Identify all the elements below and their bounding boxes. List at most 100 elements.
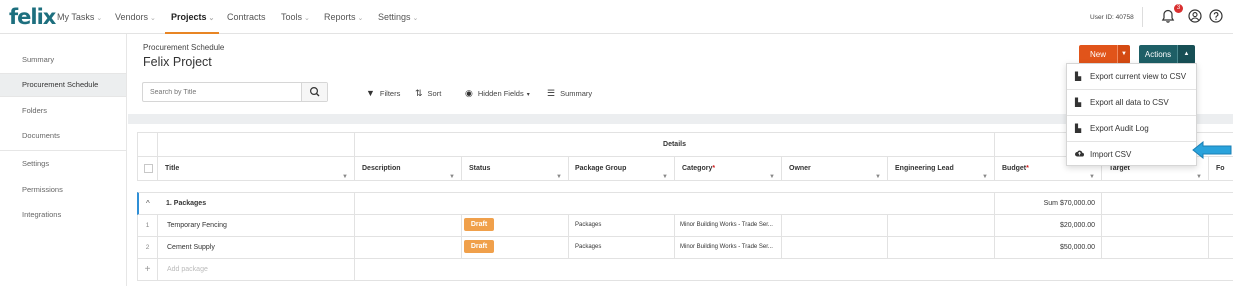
nav-reports[interactable]: Reports ⌄ [324,12,363,22]
cell-category[interactable]: Minor Building Works - Trade Ser... [675,215,782,237]
cell-category[interactable]: Minor Building Works - Trade Ser... [675,237,782,259]
cell-description[interactable] [355,215,462,237]
column-header-title[interactable]: Title ▼ [158,157,355,181]
sort-button[interactable]: ⇅ Sort [415,88,441,99]
select-all-checkbox[interactable] [144,164,153,173]
cell-package-group[interactable]: Packages [569,215,675,237]
search-input[interactable] [143,83,303,101]
add-row-plus-icon[interactable]: + [137,259,158,281]
nav-my-tasks[interactable]: My Tasks ⌄ [57,12,102,22]
nav-settings[interactable]: Settings ⌄ [378,12,418,22]
cell-budget[interactable]: $20,000.00 [995,215,1102,237]
column-header-category[interactable]: Category* ▼ [675,157,782,181]
column-menu-icon[interactable]: ▼ [982,165,988,180]
nav-label: Reports [324,12,356,22]
help-icon[interactable] [1208,8,1224,24]
column-menu-icon[interactable]: ▼ [1196,165,1202,180]
hidden-fields-button[interactable]: ◉ Hidden Fields ▾ [465,88,530,99]
group-label: 1. Packages [166,200,207,207]
cell-target[interactable] [1102,215,1209,237]
column-label: Status [469,165,491,172]
menu-item-label: Import CSV [1090,150,1132,159]
column-menu-icon[interactable]: ▼ [769,165,775,180]
new-button[interactable]: New [1079,45,1117,64]
cell-fo[interactable] [1209,237,1233,259]
search-icon [310,86,320,97]
column-menu-icon[interactable]: ▼ [342,165,348,180]
column-menu-icon[interactable]: ▼ [1089,165,1095,180]
sidebar: Summary Procurement Schedule Folders Doc… [0,34,127,286]
menu-item-export-current-view[interactable]: ▙ Export current view to CSV [1067,64,1196,89]
sidebar-item-summary[interactable]: Summary [0,49,126,71]
nav-label: Projects [171,12,207,22]
actions-button[interactable]: Actions [1139,45,1177,64]
cell-title[interactable]: Cement Supply [158,237,355,259]
actions-dropdown-toggle[interactable]: ▲ [1177,45,1195,64]
column-header-package-group[interactable]: Package Group ▼ [569,157,675,181]
column-menu-icon[interactable]: ▼ [449,165,455,180]
column-menu-icon[interactable]: ▼ [875,165,881,180]
menu-item-label: Export Audit Log [1090,124,1149,133]
filter-icon: ▼ [366,88,375,98]
cell-owner[interactable] [782,215,888,237]
menu-item-import-csv[interactable]: Import CSV [1067,142,1196,167]
summary-icon: ☰ [547,88,556,98]
add-package-input[interactable]: Add package [158,259,355,281]
cell-fo[interactable] [1209,215,1233,237]
group-row-spacer [1102,192,1233,215]
actions-menu: ▙ Export current view to CSV ▙ Export all … [1066,63,1197,166]
caret-down-icon: ▾ [526,92,530,98]
column-header-engineering-lead[interactable]: Engineering Lead ▼ [888,157,995,181]
cell-engineering-lead[interactable] [888,237,995,259]
user-account-icon[interactable] [1187,8,1203,24]
column-label: Package Group [575,165,627,172]
search-button[interactable] [301,83,327,101]
status-badge: Draft [464,218,494,231]
felix-logo[interactable]: felix [9,5,56,29]
nav-label: Settings [378,12,411,22]
breadcrumb[interactable]: Procurement Schedule [143,43,224,52]
cell-owner[interactable] [782,237,888,259]
group-budget-sum: Sum $70,000.00 [995,192,1102,215]
column-menu-icon[interactable]: ▼ [556,165,562,180]
cell-title[interactable]: Temporary Fencing [158,215,355,237]
column-header-owner[interactable]: Owner ▼ [782,157,888,181]
sort-label: Sort [427,89,442,98]
grid-corner-cell [137,132,158,157]
annotation-arrow-icon [1192,140,1232,160]
filters-button[interactable]: ▼ Filters [366,88,400,98]
column-label: Title [165,165,180,172]
sidebar-item-permissions[interactable]: Permissions [0,179,126,201]
sidebar-item-folders[interactable]: Folders [0,100,126,122]
column-menu-icon[interactable]: ▼ [662,165,668,180]
sidebar-item-documents[interactable]: Documents [0,125,126,147]
cell-target[interactable] [1102,237,1209,259]
cell-engineering-lead[interactable] [888,215,995,237]
column-label: Engineering Lead [895,165,954,172]
sidebar-item-integrations[interactable]: Integrations [0,204,126,226]
cell-package-group[interactable]: Packages [569,237,675,259]
nav-contracts[interactable]: Contracts [227,12,266,22]
collapse-chevron-icon[interactable]: ^ [146,193,150,214]
nav-projects[interactable]: Projects ⌄ [171,12,214,22]
summary-button[interactable]: ☰ Summary [547,88,592,99]
column-header-status[interactable]: Status ▼ [462,157,569,181]
menu-item-export-all-data[interactable]: ▙ Export all data to CSV [1067,90,1196,115]
cell-budget[interactable]: $50,000.00 [995,237,1102,259]
new-dropdown-toggle[interactable]: ▼ [1117,45,1130,64]
sidebar-item-procurement-schedule[interactable]: Procurement Schedule [0,74,126,96]
group-row-header[interactable]: ^ 1. Packages [137,192,355,215]
cell-description[interactable] [355,237,462,259]
nav-tools[interactable]: Tools ⌄ [281,12,310,22]
cell-status[interactable]: Draft [462,215,569,237]
nav-divider [1142,7,1143,27]
required-marker: * [712,165,716,172]
nav-label: Contracts [227,12,266,22]
menu-item-export-audit-log[interactable]: ▙ Export Audit Log [1067,116,1196,141]
column-header-description[interactable]: Description ▼ [355,157,462,181]
cell-status[interactable]: Draft [462,237,569,259]
nav-vendors[interactable]: Vendors ⌄ [115,12,156,22]
column-header-fo[interactable]: Fo [1209,157,1233,181]
sidebar-item-settings[interactable]: Settings [0,153,126,175]
chevron-down-icon: ⌄ [150,15,156,22]
